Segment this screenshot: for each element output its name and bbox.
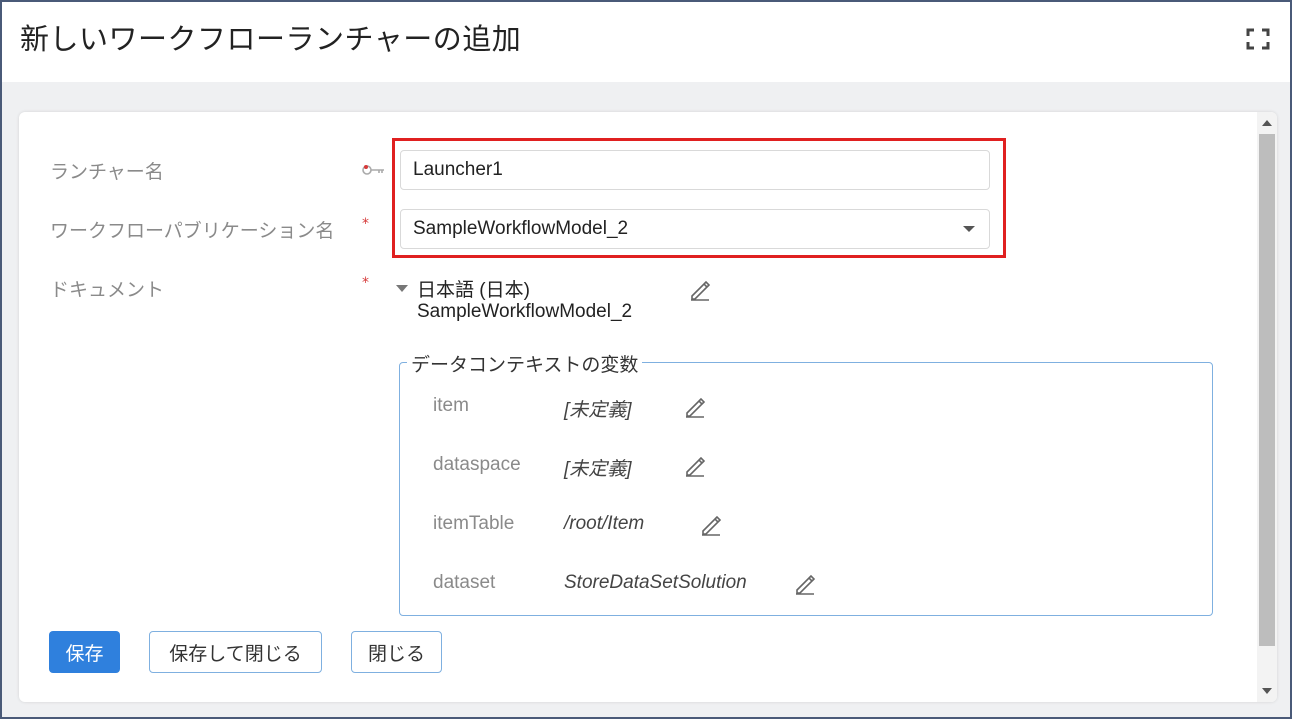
scroll-up-arrow-icon[interactable]	[1262, 120, 1272, 126]
key-icon	[362, 162, 386, 176]
close-button[interactable]: 閉じる	[351, 631, 442, 673]
dialog-titlebar: 新しいワークフローランチャーの追加	[2, 2, 1290, 82]
publication-label: ワークフローパブリケーション名	[50, 221, 335, 242]
document-value: SampleWorkflowModel_2	[417, 301, 633, 322]
required-mark: *	[362, 275, 369, 291]
variable-name: dataset	[433, 572, 496, 593]
edit-document-pencil-icon[interactable]	[689, 279, 711, 301]
vertical-scrollbar[interactable]	[1257, 112, 1277, 702]
edit-variable-pencil-icon[interactable]	[794, 573, 816, 595]
document-language: 日本語 (日本)	[417, 280, 530, 301]
scroll-down-arrow-icon[interactable]	[1262, 688, 1272, 694]
tree-expand-icon[interactable]	[396, 285, 408, 292]
dialog-body: ランチャー名 Launcher1 ワークフローパブリケーション名 * Sampl…	[2, 82, 1290, 717]
edit-variable-pencil-icon[interactable]	[684, 396, 706, 418]
dialog-window: 新しいワークフローランチャーの追加 ランチャー名 Launcher1 ワークフロ…	[0, 0, 1292, 719]
variable-name: itemTable	[433, 513, 515, 534]
variable-value: [未定義]	[564, 400, 632, 421]
highlight-box	[392, 138, 1006, 258]
edit-variable-pencil-icon[interactable]	[700, 514, 722, 536]
launcher-name-label: ランチャー名	[50, 162, 164, 183]
document-label: ドキュメント	[50, 280, 165, 301]
save-button[interactable]: 保存	[49, 631, 120, 673]
save-and-close-button[interactable]: 保存して閉じる	[149, 631, 322, 673]
variable-value: /root/Item	[564, 513, 645, 534]
data-context-legend: データコンテキストの変数	[407, 350, 643, 377]
variable-value: StoreDataSetSolution	[564, 572, 747, 593]
variable-name: dataspace	[433, 454, 521, 475]
fullscreen-icon[interactable]	[1246, 28, 1270, 50]
variable-value: [未定義]	[564, 459, 632, 480]
dialog-title: 新しいワークフローランチャーの追加	[20, 22, 522, 56]
required-mark: *	[362, 216, 369, 232]
variable-name: item	[433, 395, 469, 416]
edit-variable-pencil-icon[interactable]	[684, 455, 706, 477]
scroll-thumb[interactable]	[1259, 134, 1275, 646]
form-panel: ランチャー名 Launcher1 ワークフローパブリケーション名 * Sampl…	[19, 112, 1277, 702]
